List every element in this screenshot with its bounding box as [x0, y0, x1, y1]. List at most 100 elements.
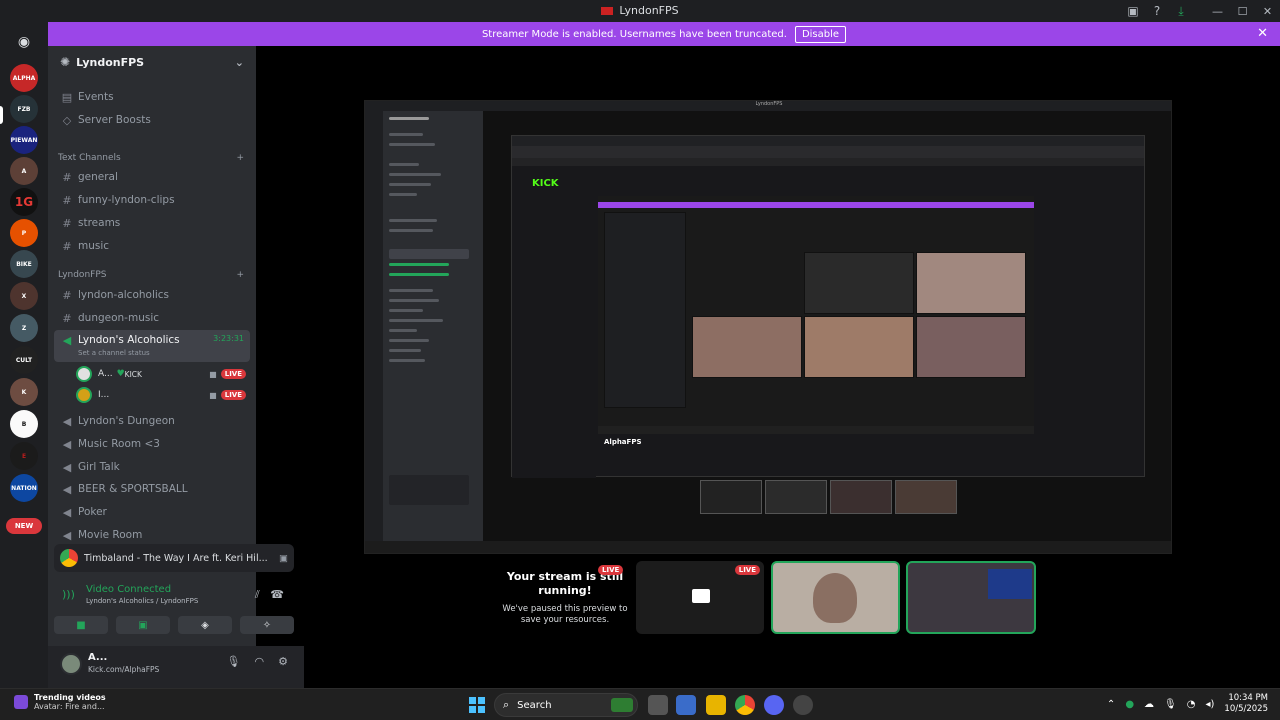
discord-home-icon[interactable]: ◉: [10, 28, 38, 56]
taskbar-search[interactable]: ⌕ Search: [494, 693, 638, 717]
network-icon[interactable]: ☁: [1144, 699, 1154, 710]
category-lyndonfps[interactable]: LyndonFPS +: [58, 270, 244, 280]
channel-label: Girl Talk: [78, 461, 120, 473]
voice-channel-music-room[interactable]: ◀ Music Room <3: [54, 433, 250, 455]
user-status[interactable]: Kick.com/AlphaFPS: [88, 665, 159, 674]
camera-button[interactable]: ■: [54, 616, 108, 634]
channel-sidebar: ✺ LyndonFPS ⌄ ▤ Events ◇ Server Boosts Text…: [48, 46, 304, 688]
inner-server-rail: [365, 111, 383, 543]
voice-user-1[interactable]: A... ♥ KICK ■ LIVE: [76, 364, 246, 384]
channel-general[interactable]: # general: [54, 166, 250, 188]
stream-preview-screen[interactable]: LIVE: [636, 561, 764, 634]
server-icon-10[interactable]: CULT: [10, 346, 38, 374]
channel-music[interactable]: # music: [54, 235, 250, 257]
wifi-icon[interactable]: ◔: [1187, 699, 1196, 710]
user-name[interactable]: A...: [88, 652, 107, 663]
channel-streams[interactable]: # streams: [54, 212, 250, 234]
soundboard-button[interactable]: ✧: [240, 616, 294, 634]
maximize-button[interactable]: ☐: [1230, 0, 1255, 22]
server-icon-4[interactable]: A: [10, 157, 38, 185]
chrome-taskbar-icon[interactable]: [735, 695, 755, 715]
add-channel-icon[interactable]: +: [236, 153, 244, 163]
task-view-icon[interactable]: [648, 695, 668, 715]
user-avatar[interactable]: [60, 653, 82, 675]
file-explorer-icon[interactable]: [706, 695, 726, 715]
disable-streamer-mode-button[interactable]: Disable: [794, 25, 847, 43]
server-icon-7[interactable]: BIKE: [10, 250, 38, 278]
tray-app-icon[interactable]: ●: [1125, 699, 1134, 710]
voice-channel-movie-room[interactable]: ◀ Movie Room: [54, 524, 250, 546]
minimize-button[interactable]: —: [1205, 0, 1230, 22]
activity-card[interactable]: Timbaland - The Way I Are ft. Keri Hil..…: [54, 544, 294, 572]
channel-label: Music Room <3: [78, 438, 160, 450]
volume-icon[interactable]: ◂): [1205, 699, 1214, 710]
close-banner-icon[interactable]: ✕: [1257, 26, 1268, 41]
server-icon-13[interactable]: E: [10, 442, 38, 470]
sidebar-item-server-boosts[interactable]: ◇ Server Boosts: [54, 109, 250, 131]
paused-subtitle: We've paused this preview to save your r…: [502, 604, 628, 625]
channel-lyndon-alcoholics[interactable]: # lyndon-alcoholics: [54, 284, 250, 306]
voice-status[interactable]: Video Connected: [86, 584, 171, 595]
avatar: [76, 366, 92, 382]
clock[interactable]: 10:34 PM 10/5/2025: [1224, 693, 1268, 715]
help-icon[interactable]: ?: [1145, 0, 1169, 22]
server-icon-11[interactable]: K: [10, 378, 38, 406]
category-text-channels[interactable]: Text Channels +: [58, 153, 244, 163]
server-icon-2[interactable]: FZB: [10, 95, 38, 123]
chrome-icon: [60, 549, 78, 567]
sidebar-item-events[interactable]: ▤ Events: [54, 86, 250, 108]
new-badge[interactable]: NEW: [6, 518, 42, 534]
news-widget[interactable]: Trending videos Avatar: Fire and...: [14, 693, 106, 711]
server-icon-5[interactable]: 1G: [10, 188, 38, 216]
noise-suppression-icon[interactable]: ⫽: [255, 588, 260, 601]
activity-text: Timbaland - The Way I Are ft. Keri Hil..…: [84, 552, 268, 564]
hash-icon: #: [62, 170, 72, 184]
window-title-text: LyndonFPS: [619, 4, 679, 17]
voice-channel-beer-sportsball[interactable]: ◀ BEER & SPORTSBALL: [54, 478, 250, 500]
voice-channel-path[interactable]: Lyndon's Alcoholics / LyndonFPS: [86, 597, 198, 605]
window-title: LyndonFPS: [0, 4, 1280, 17]
app-taskbar-icon[interactable]: [793, 695, 813, 715]
live-badge: LIVE: [220, 369, 246, 379]
download-icon[interactable]: ⤓: [1169, 0, 1193, 22]
add-channel-icon[interactable]: +: [236, 270, 244, 280]
settings-gear-icon[interactable]: ⚙︎: [278, 655, 288, 668]
discord-taskbar-icon[interactable]: [764, 695, 784, 715]
server-icon-12[interactable]: B: [10, 410, 38, 438]
voice-user-2[interactable]: I... ■ LIVE: [76, 385, 246, 405]
activities-button[interactable]: ◈: [178, 616, 232, 634]
windows-start-icon[interactable]: [469, 697, 485, 713]
channel-dungeon-music[interactable]: # dungeon-music: [54, 307, 250, 329]
stream-preview-camera-1[interactable]: [771, 561, 900, 634]
inbox-icon[interactable]: ▣: [1121, 0, 1145, 22]
disconnect-icon[interactable]: ☎: [270, 588, 284, 601]
voice-channel-girl-talk[interactable]: ◀ Girl Talk: [54, 456, 250, 478]
inner-taskbar: [365, 541, 1171, 553]
search-label: Search: [517, 699, 552, 711]
guild-header[interactable]: ✺ LyndonFPS ⌄: [48, 46, 256, 78]
voice-channel-lyndons-dungeon[interactable]: ◀ Lyndon's Dungeon: [54, 410, 250, 432]
channel-funny-lyndon-clips[interactable]: # funny-lyndon-clips: [54, 189, 250, 211]
mic-tray-icon[interactable]: 🎙︎: [1164, 699, 1177, 710]
server-icon-3[interactable]: PIEWAN: [10, 126, 38, 154]
stream-preview-camera-2[interactable]: [906, 561, 1036, 634]
voice-buttons: ■ ▣ ◈ ✧: [54, 616, 294, 634]
server-icon-8[interactable]: X: [10, 282, 38, 310]
server-icon-1[interactable]: ALPHA: [10, 64, 38, 92]
channel-label: Lyndon's Alcoholics: [78, 334, 180, 346]
voice-channel-lyndons-alcoholics[interactable]: ◀ Lyndon's Alcoholics 3:23:31: [54, 330, 250, 362]
server-icon-14[interactable]: NATION: [10, 474, 38, 502]
headphones-icon[interactable]: ◠: [255, 655, 265, 668]
channel-status[interactable]: Set a channel status: [78, 349, 150, 357]
screen-share-button[interactable]: ▣: [116, 616, 170, 634]
store-icon[interactable]: [676, 695, 696, 715]
voice-channel-poker[interactable]: ◀ Poker: [54, 501, 250, 523]
server-icon-6[interactable]: P: [10, 219, 38, 247]
clock-time: 10:34 PM: [1228, 693, 1268, 703]
tray-overflow-icon[interactable]: ⌃: [1107, 699, 1115, 710]
server-icon-9[interactable]: Z: [10, 314, 38, 342]
close-window-button[interactable]: ✕: [1255, 0, 1280, 22]
signal-icon[interactable]: ))): [62, 588, 75, 601]
microphone-icon[interactable]: 🎙︎: [227, 655, 241, 668]
activity-action-icon[interactable]: ▣: [279, 553, 288, 564]
